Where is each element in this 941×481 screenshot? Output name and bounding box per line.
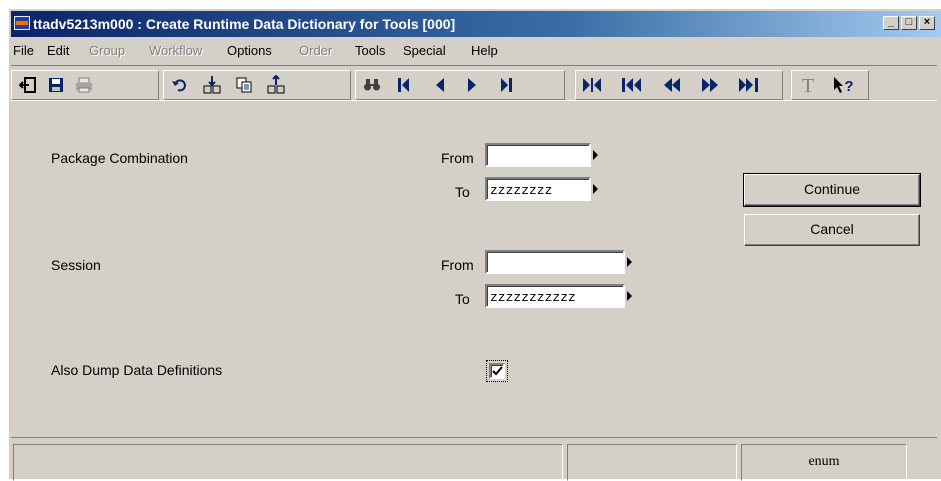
- status-bar: enum: [11, 437, 937, 481]
- dump-definitions-checkbox[interactable]: [489, 363, 505, 379]
- copy-icon[interactable]: [232, 73, 256, 97]
- session-to-field[interactable]: zzzzzzzzzzz: [485, 284, 625, 308]
- package-combination-label: Package Combination: [51, 150, 188, 166]
- menu-file[interactable]: File: [13, 43, 34, 58]
- continue-button[interactable]: Continue: [743, 173, 921, 207]
- menu-special[interactable]: Special: [403, 43, 446, 58]
- text-icon[interactable]: T: [796, 73, 820, 97]
- package-from-field[interactable]: [485, 143, 591, 167]
- package-to-field[interactable]: zzzzzzzz: [485, 177, 591, 201]
- print-icon[interactable]: [72, 73, 96, 97]
- package-to-zoom-arrow-icon[interactable]: [593, 184, 598, 194]
- package-to-label: To: [455, 184, 470, 200]
- menu-bar: File Edit Group Workflow Options Order T…: [11, 39, 941, 61]
- dump-definitions-label: Also Dump Data Definitions: [51, 362, 223, 378]
- session-to-label: To: [455, 291, 470, 307]
- status-panel-main: [13, 444, 563, 481]
- svg-text:T: T: [802, 76, 814, 94]
- session-label: Session: [51, 257, 101, 273]
- cancel-button[interactable]: Cancel: [744, 214, 920, 246]
- last-record-icon[interactable]: [494, 73, 518, 97]
- toolbar-group-set: [575, 70, 783, 100]
- toolbar-group-edit: [163, 70, 351, 100]
- previous-set-icon[interactable]: [660, 73, 684, 97]
- current-set-icon[interactable]: [580, 73, 604, 97]
- menu-group[interactable]: Group: [89, 43, 125, 58]
- session-from-zoom-arrow-icon[interactable]: [627, 257, 632, 267]
- toolbar-group-help: T ?: [791, 70, 869, 100]
- last-set-icon[interactable]: [736, 73, 760, 97]
- window-title: ttadv5213m000 : Create Runtime Data Dict…: [33, 16, 456, 32]
- app-icon[interactable]: [14, 16, 30, 30]
- find-icon[interactable]: [360, 73, 384, 97]
- save-icon[interactable]: [44, 73, 68, 97]
- exit-icon[interactable]: [16, 73, 40, 97]
- next-record-icon[interactable]: [460, 73, 484, 97]
- package-from-zoom-arrow-icon[interactable]: [593, 150, 598, 160]
- menu-options[interactable]: Options: [227, 43, 272, 58]
- status-panel-middle: [567, 444, 737, 481]
- undo-icon[interactable]: [168, 73, 192, 97]
- check-mark-icon: [492, 366, 503, 376]
- insert-record-icon[interactable]: [200, 73, 224, 97]
- menu-workflow[interactable]: Workflow: [149, 43, 202, 58]
- delete-record-icon[interactable]: [264, 73, 288, 97]
- toolbar-group-navigation: [355, 70, 565, 100]
- status-panel-mode: enum: [741, 444, 907, 481]
- session-from-label: From: [441, 257, 474, 273]
- menu-order[interactable]: Order: [299, 43, 332, 58]
- title-bar[interactable]: ttadv5213m000 : Create Runtime Data Dict…: [11, 11, 941, 37]
- package-from-label: From: [441, 150, 474, 166]
- whats-this-help-icon[interactable]: ?: [832, 73, 856, 97]
- close-button[interactable]: ×: [919, 16, 935, 30]
- previous-record-icon[interactable]: [428, 73, 452, 97]
- next-set-icon[interactable]: [698, 73, 722, 97]
- minimize-button[interactable]: _: [883, 16, 899, 30]
- maximize-button[interactable]: □: [901, 16, 917, 30]
- menu-edit[interactable]: Edit: [47, 43, 69, 58]
- application-window: ttadv5213m000 : Create Runtime Data Dict…: [8, 8, 941, 481]
- toolbar: T ?: [11, 65, 937, 101]
- menu-tools[interactable]: Tools: [355, 43, 385, 58]
- first-set-icon[interactable]: [620, 73, 644, 97]
- first-record-icon[interactable]: [392, 73, 416, 97]
- session-from-field[interactable]: [485, 250, 625, 274]
- svg-text:?: ?: [844, 78, 853, 94]
- session-to-zoom-arrow-icon[interactable]: [627, 291, 632, 301]
- menu-help[interactable]: Help: [471, 43, 498, 58]
- toolbar-group-file: [11, 70, 159, 100]
